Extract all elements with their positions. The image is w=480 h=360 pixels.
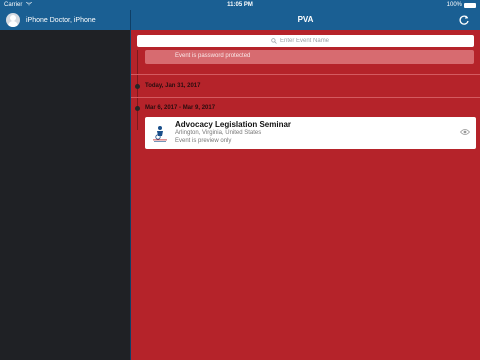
section-divider <box>131 74 480 75</box>
battery-icon <box>464 2 476 8</box>
event-status: Event is password protected <box>175 53 251 59</box>
main-pane: PVA Event is password protected Today, J… <box>131 10 480 360</box>
user-name[interactable]: iPhone Doctor, iPhone <box>26 17 96 24</box>
search-bar[interactable] <box>137 35 474 47</box>
timeline-dot <box>135 84 140 89</box>
timeline-dot <box>135 106 140 111</box>
event-status: Event is preview only <box>175 138 232 144</box>
event-card[interactable]: Advocacy Legislation Seminar Arlington, … <box>145 117 476 149</box>
profile-header[interactable]: iPhone Doctor, iPhone <box>0 10 130 30</box>
battery-indicator: 100% <box>447 0 476 10</box>
eye-icon[interactable] <box>460 128 470 136</box>
sidebar: iPhone Doctor, iPhone <box>0 10 130 360</box>
section-divider <box>131 97 480 98</box>
navigation-bar: PVA <box>131 10 480 30</box>
event-location: Arlington, Virginia, United States <box>175 130 262 136</box>
clock: 11:05 PM <box>227 2 253 8</box>
event-title: Advocacy Legislation Seminar <box>175 120 292 129</box>
organization-logo-icon <box>151 124 169 142</box>
date-header-today: Today, Jan 31, 2017 <box>145 83 201 89</box>
event-card-partial[interactable]: Event is password protected <box>145 50 474 64</box>
battery-percent: 100% <box>446 2 462 8</box>
search-icon <box>271 38 277 44</box>
search-input[interactable] <box>280 38 340 44</box>
refresh-icon[interactable] <box>458 14 470 26</box>
status-bar: Carrier 11:05 PM 100% <box>0 0 480 10</box>
user-avatar-icon[interactable] <box>6 13 20 27</box>
page-title: PVA <box>297 15 314 24</box>
date-header-range: Mar 6, 2017 - Mar 9, 2017 <box>145 105 216 111</box>
timeline-line <box>137 50 138 130</box>
